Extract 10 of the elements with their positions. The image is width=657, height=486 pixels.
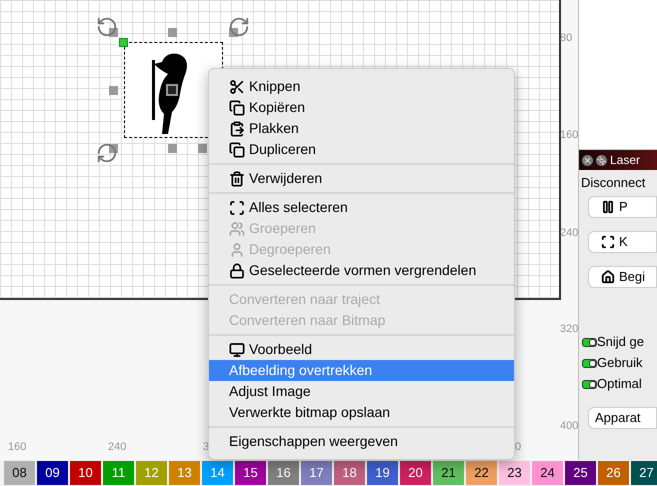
panel-title: Laser [610,152,640,169]
toggle-label: Gebruik [597,354,643,372]
toggle-label: Snijd ge [597,333,644,352]
ruler-label: 160 [8,440,26,455]
status-text: Disconnect [580,174,646,192]
ruler-label: 0 [515,440,522,455]
ruler-label: 320 [560,322,578,337]
ruler-label: 400 [560,419,578,434]
toggle-label: Optimal [597,375,642,394]
ruler-label: 240 [108,440,126,455]
